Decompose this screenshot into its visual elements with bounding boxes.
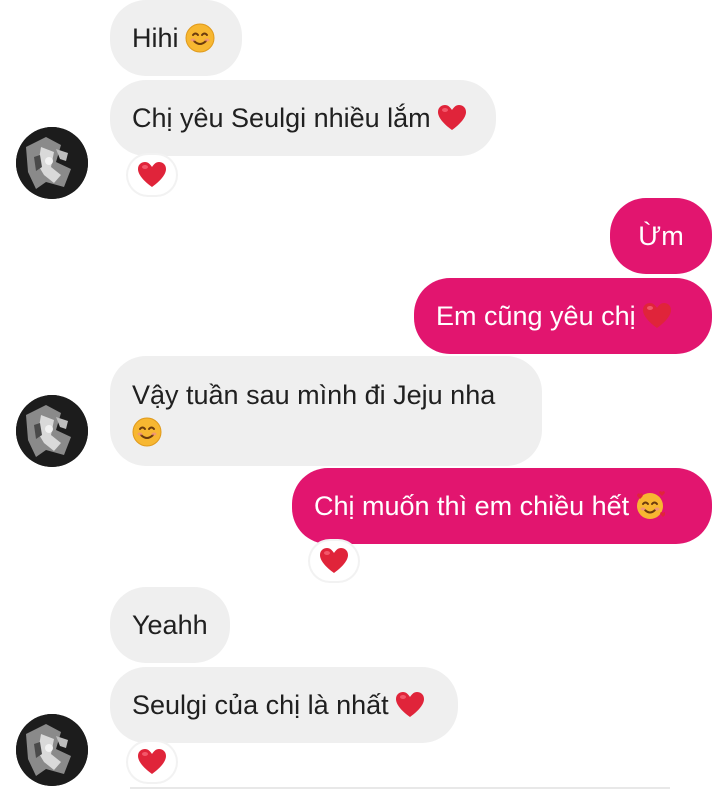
message-bubble-outgoing[interactable]: Em cũng yêu chị [414, 278, 712, 354]
message-bubble-incoming[interactable]: Vậy tuần sau mình đi Jeju nha [110, 356, 542, 466]
red-heart-icon [138, 749, 166, 774]
message-text: Seulgi của chị là nhất [132, 690, 389, 720]
avatar[interactable] [16, 395, 88, 467]
avatar[interactable] [16, 127, 88, 199]
message-bubble-outgoing[interactable]: Ừm [610, 198, 712, 274]
message-text: Chị muốn thì em chiều hết [314, 491, 630, 521]
avatar-image [16, 714, 88, 786]
red-heart-icon [395, 692, 424, 717]
smiling-face-with-hearts-icon [637, 491, 666, 519]
heart-reaction[interactable] [128, 155, 176, 195]
smiling-face-icon [132, 417, 162, 447]
message-bubble-incoming[interactable]: Seulgi của chị là nhất [110, 667, 458, 743]
message-text: Hihi [132, 23, 179, 53]
heart-reaction[interactable] [310, 541, 358, 581]
red-heart-icon [437, 105, 466, 130]
message-bubble-incoming[interactable]: Chị yêu Seulgi nhiều lắm [110, 80, 496, 156]
message-text: Chị yêu Seulgi nhiều lắm [132, 103, 431, 133]
message-bubble-incoming[interactable]: Yeahh [110, 587, 230, 663]
red-heart-icon [320, 548, 348, 573]
message-text: Ừm [638, 221, 684, 251]
message-bubble-outgoing[interactable]: Chị muốn thì em chiều hết [292, 468, 712, 544]
message-text: Yeahh [132, 610, 208, 640]
message-bubble-incoming[interactable]: Hihi [110, 0, 242, 76]
avatar-image [16, 395, 88, 467]
red-heart-icon [138, 162, 166, 187]
smiling-face-icon [185, 23, 215, 53]
heart-reaction[interactable] [128, 742, 176, 782]
message-text: Em cũng yêu chị [436, 301, 636, 331]
message-text: Vậy tuần sau mình đi Jeju nha [132, 380, 496, 410]
red-heart-icon [642, 303, 671, 328]
avatar[interactable] [16, 714, 88, 786]
avatar-image [16, 127, 88, 199]
